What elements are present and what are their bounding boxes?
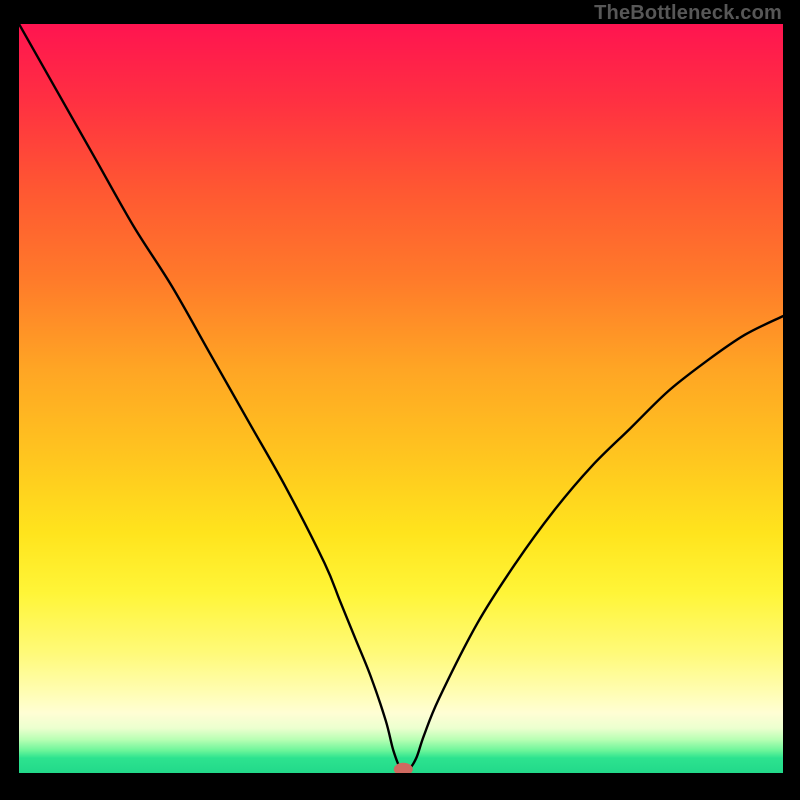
bottleneck-curve: [19, 24, 783, 771]
bottleneck-curve-svg: [19, 24, 783, 773]
valley-marker: [394, 763, 412, 773]
plot-area: [19, 24, 783, 773]
watermark-text: TheBottleneck.com: [594, 2, 782, 25]
chart-frame: TheBottleneck.com: [0, 0, 800, 800]
